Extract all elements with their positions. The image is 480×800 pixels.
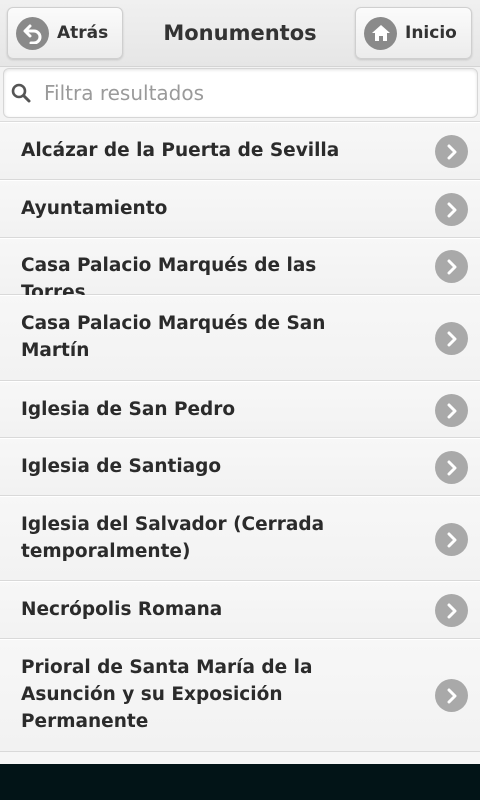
list-item-san-pedro[interactable]: Iglesia de San Pedro — [0, 381, 480, 438]
chevron-right-icon — [435, 394, 468, 427]
chevron-right-icon — [435, 594, 468, 627]
home-button[interactable]: Inicio — [355, 7, 472, 59]
system-navigation-bar — [0, 764, 480, 800]
list-item-label: Alcázar de la Puerta de Sevilla — [21, 140, 340, 161]
search-box — [3, 68, 478, 118]
list-item-label: Prioral de Santa María de la Asunción y … — [21, 657, 313, 732]
list-item-label: Iglesia del Salvador (Cerrada temporalme… — [21, 514, 325, 562]
chevron-right-icon — [435, 322, 468, 355]
home-button-label: Inicio — [405, 23, 457, 43]
back-button[interactable]: Atrás — [7, 7, 123, 59]
search-icon — [10, 82, 40, 104]
list-item-label: Iglesia de Santiago — [21, 456, 222, 477]
list-item-prioral[interactable]: Prioral de Santa María de la Asunción y … — [0, 639, 480, 752]
chevron-right-icon — [435, 250, 468, 283]
search-input[interactable] — [44, 81, 464, 105]
list-item-label: Ayuntamiento — [21, 198, 168, 219]
back-arrow-icon — [16, 16, 49, 50]
list-item-santiago[interactable]: Iglesia de Santiago — [0, 438, 480, 496]
monument-list: Alcázar de la Puerta de Sevilla Ayuntami… — [0, 122, 480, 752]
list-item-ayuntamiento[interactable]: Ayuntamiento — [0, 180, 480, 238]
filter-bar — [0, 67, 480, 122]
list-item-label: Casa Palacio Marqués de San Martín — [21, 313, 326, 361]
home-icon — [364, 16, 397, 50]
list-item-salvador[interactable]: Iglesia del Salvador (Cerrada temporalme… — [0, 496, 480, 581]
list-item-necropolis[interactable]: Necrópolis Romana — [0, 581, 480, 639]
list-item-label: Necrópolis Romana — [21, 599, 223, 620]
chevron-right-icon — [435, 523, 468, 556]
chevron-right-icon — [435, 193, 468, 226]
back-button-label: Atrás — [57, 23, 109, 43]
chevron-right-icon — [435, 135, 468, 168]
list-item-casa-torres[interactable]: Casa Palacio Marqués de las Torres — [0, 238, 480, 303]
chevron-right-icon — [435, 679, 468, 712]
page-title: Monumentos — [163, 20, 317, 45]
list-item-alcazar[interactable]: Alcázar de la Puerta de Sevilla — [0, 122, 480, 180]
list-item-casa-san-martin[interactable]: Casa Palacio Marqués de San Martín — [0, 295, 480, 381]
list-item-label: Iglesia de San Pedro — [21, 399, 236, 420]
app-header: Atrás Monumentos Inicio — [0, 0, 480, 67]
chevron-right-icon — [435, 451, 468, 484]
